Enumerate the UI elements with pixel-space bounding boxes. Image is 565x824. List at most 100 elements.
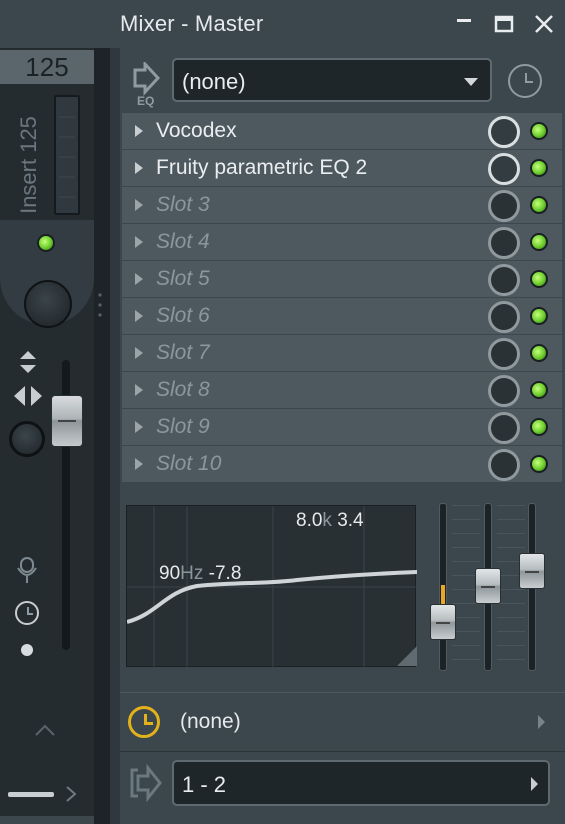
mix-level-knob[interactable] (488, 338, 520, 370)
eq-curve-graph[interactable] (126, 505, 417, 668)
maximize-button[interactable] (490, 10, 518, 38)
effect-slot[interactable]: Slot 3 (122, 187, 562, 224)
eq-high-label: 8.0k 3.4 (296, 510, 364, 532)
effect-slot[interactable]: Slot 10 (122, 446, 562, 483)
output-icon[interactable] (128, 764, 162, 802)
expand-arrow-icon[interactable] (135, 384, 143, 396)
effect-slot-list: Vocodex Fruity parametric EQ 2 Slot 3 Slot … (122, 113, 562, 483)
automation-clock-icon[interactable] (128, 706, 160, 738)
eq-high-unit: k (322, 510, 332, 531)
channel-number[interactable]: 125 (0, 50, 94, 84)
mix-level-knob[interactable] (488, 301, 520, 333)
effect-slot-label: Slot 5 (156, 267, 210, 290)
mix-level-knob[interactable] (488, 116, 520, 148)
grip-icon[interactable] (98, 292, 102, 318)
effect-slot-label: Slot 9 (156, 415, 210, 438)
eq-high-band-fader[interactable] (519, 553, 545, 589)
slot-enable-led[interactable] (530, 344, 548, 362)
stereo-separation-knob[interactable] (9, 421, 45, 457)
volume-fader-handle[interactable] (51, 395, 83, 447)
chevron-right-icon[interactable] (64, 784, 78, 804)
up-down-arrows-icon[interactable] (17, 350, 39, 374)
mix-level-knob[interactable] (488, 190, 520, 222)
close-button[interactable] (530, 10, 558, 38)
effect-slot-label: Slot 4 (156, 230, 210, 253)
expand-arrow-icon[interactable] (135, 273, 143, 285)
expand-arrow-icon[interactable] (135, 421, 143, 433)
expand-arrow-icon[interactable] (135, 310, 143, 322)
effect-slot[interactable]: Slot 7 (122, 335, 562, 372)
expand-arrow-icon[interactable] (135, 199, 143, 211)
chevron-right-icon (531, 777, 538, 791)
divider (110, 48, 120, 824)
meter-ticks (59, 116, 75, 198)
history-clock-icon[interactable] (508, 64, 542, 98)
pan-knob[interactable] (24, 280, 72, 328)
eq-low-freq: 90 (159, 563, 181, 584)
effect-slot-label: Slot 6 (156, 304, 210, 327)
mix-level-knob[interactable] (488, 264, 520, 296)
effect-slot-label: Fruity parametric EQ 2 (156, 156, 368, 179)
title-bar (0, 0, 565, 48)
effects-preset-select[interactable]: (none) (172, 58, 492, 102)
maximize-icon (494, 15, 514, 33)
effect-slot-label: Slot 7 (156, 341, 210, 364)
channel-enable-led[interactable] (37, 234, 55, 252)
slot-enable-led[interactable] (530, 270, 548, 288)
collapse-up-icon[interactable] (34, 723, 56, 737)
effects-preset-value: (none) (182, 69, 246, 94)
effect-slot[interactable]: Slot 6 (122, 298, 562, 335)
slot-enable-led[interactable] (530, 307, 548, 325)
mix-level-knob[interactable] (488, 412, 520, 444)
expand-arrow-icon[interactable] (135, 162, 143, 174)
slot-enable-led[interactable] (530, 122, 548, 140)
expand-arrow-icon[interactable] (135, 236, 143, 248)
minimize-button[interactable] (450, 10, 478, 38)
slot-enable-led[interactable] (530, 196, 548, 214)
close-icon (535, 15, 553, 33)
output-select[interactable]: 1 - 2 (172, 760, 550, 806)
clock-icon[interactable] (15, 601, 39, 625)
automation-value: (none) (180, 710, 241, 733)
effect-slot[interactable]: Vocodex (122, 113, 562, 150)
microphone-icon[interactable] (14, 556, 40, 584)
eq-mid-band-fader[interactable] (475, 568, 501, 604)
expand-arrow-icon[interactable] (135, 125, 143, 137)
eq-label: EQ (137, 94, 155, 108)
effect-slot-label: Slot 8 (156, 378, 210, 401)
record-dot-icon[interactable] (21, 644, 33, 656)
channel-name[interactable]: Insert 125 (12, 112, 46, 222)
eq-low-gain: -7.8 (208, 563, 242, 584)
chevron-right-icon[interactable] (538, 715, 545, 729)
eq-low-label: 90Hz -7.8 (159, 563, 241, 585)
mix-level-knob[interactable] (488, 153, 520, 185)
slot-enable-led[interactable] (530, 418, 548, 436)
effect-slot[interactable]: Slot 9 (122, 409, 562, 446)
effect-slot[interactable]: Slot 5 (122, 261, 562, 298)
effect-slot[interactable]: Fruity parametric EQ 2 (122, 150, 562, 187)
left-right-arrows-icon[interactable] (13, 384, 43, 408)
eq-low-band-fader[interactable] (430, 604, 456, 640)
mix-level-knob[interactable] (488, 449, 520, 481)
expand-arrow-icon[interactable] (135, 347, 143, 359)
slot-enable-led[interactable] (530, 455, 548, 473)
eq-high-freq: 8.0 (296, 510, 323, 531)
minimize-icon (457, 19, 471, 22)
output-value: 1 - 2 (182, 772, 227, 797)
effect-slot[interactable]: Slot 8 (122, 372, 562, 409)
mix-level-knob[interactable] (488, 375, 520, 407)
slot-enable-led[interactable] (530, 233, 548, 251)
eq-high-gain: 3.4 (337, 510, 364, 531)
expand-arrow-icon[interactable] (135, 458, 143, 470)
slot-enable-led[interactable] (530, 159, 548, 177)
peak-meter (54, 95, 80, 215)
effect-slot-label: Vocodex (156, 119, 237, 142)
mix-level-knob[interactable] (488, 227, 520, 259)
effect-slot-label: Slot 10 (156, 452, 222, 475)
strip-width-bar[interactable] (8, 792, 54, 797)
effect-slot[interactable]: Slot 4 (122, 224, 562, 261)
channel-name-label: Insert 125 (16, 116, 41, 214)
panel-splitter[interactable] (94, 48, 110, 824)
eq-low-unit: Hz (180, 563, 204, 584)
slot-enable-led[interactable] (530, 381, 548, 399)
